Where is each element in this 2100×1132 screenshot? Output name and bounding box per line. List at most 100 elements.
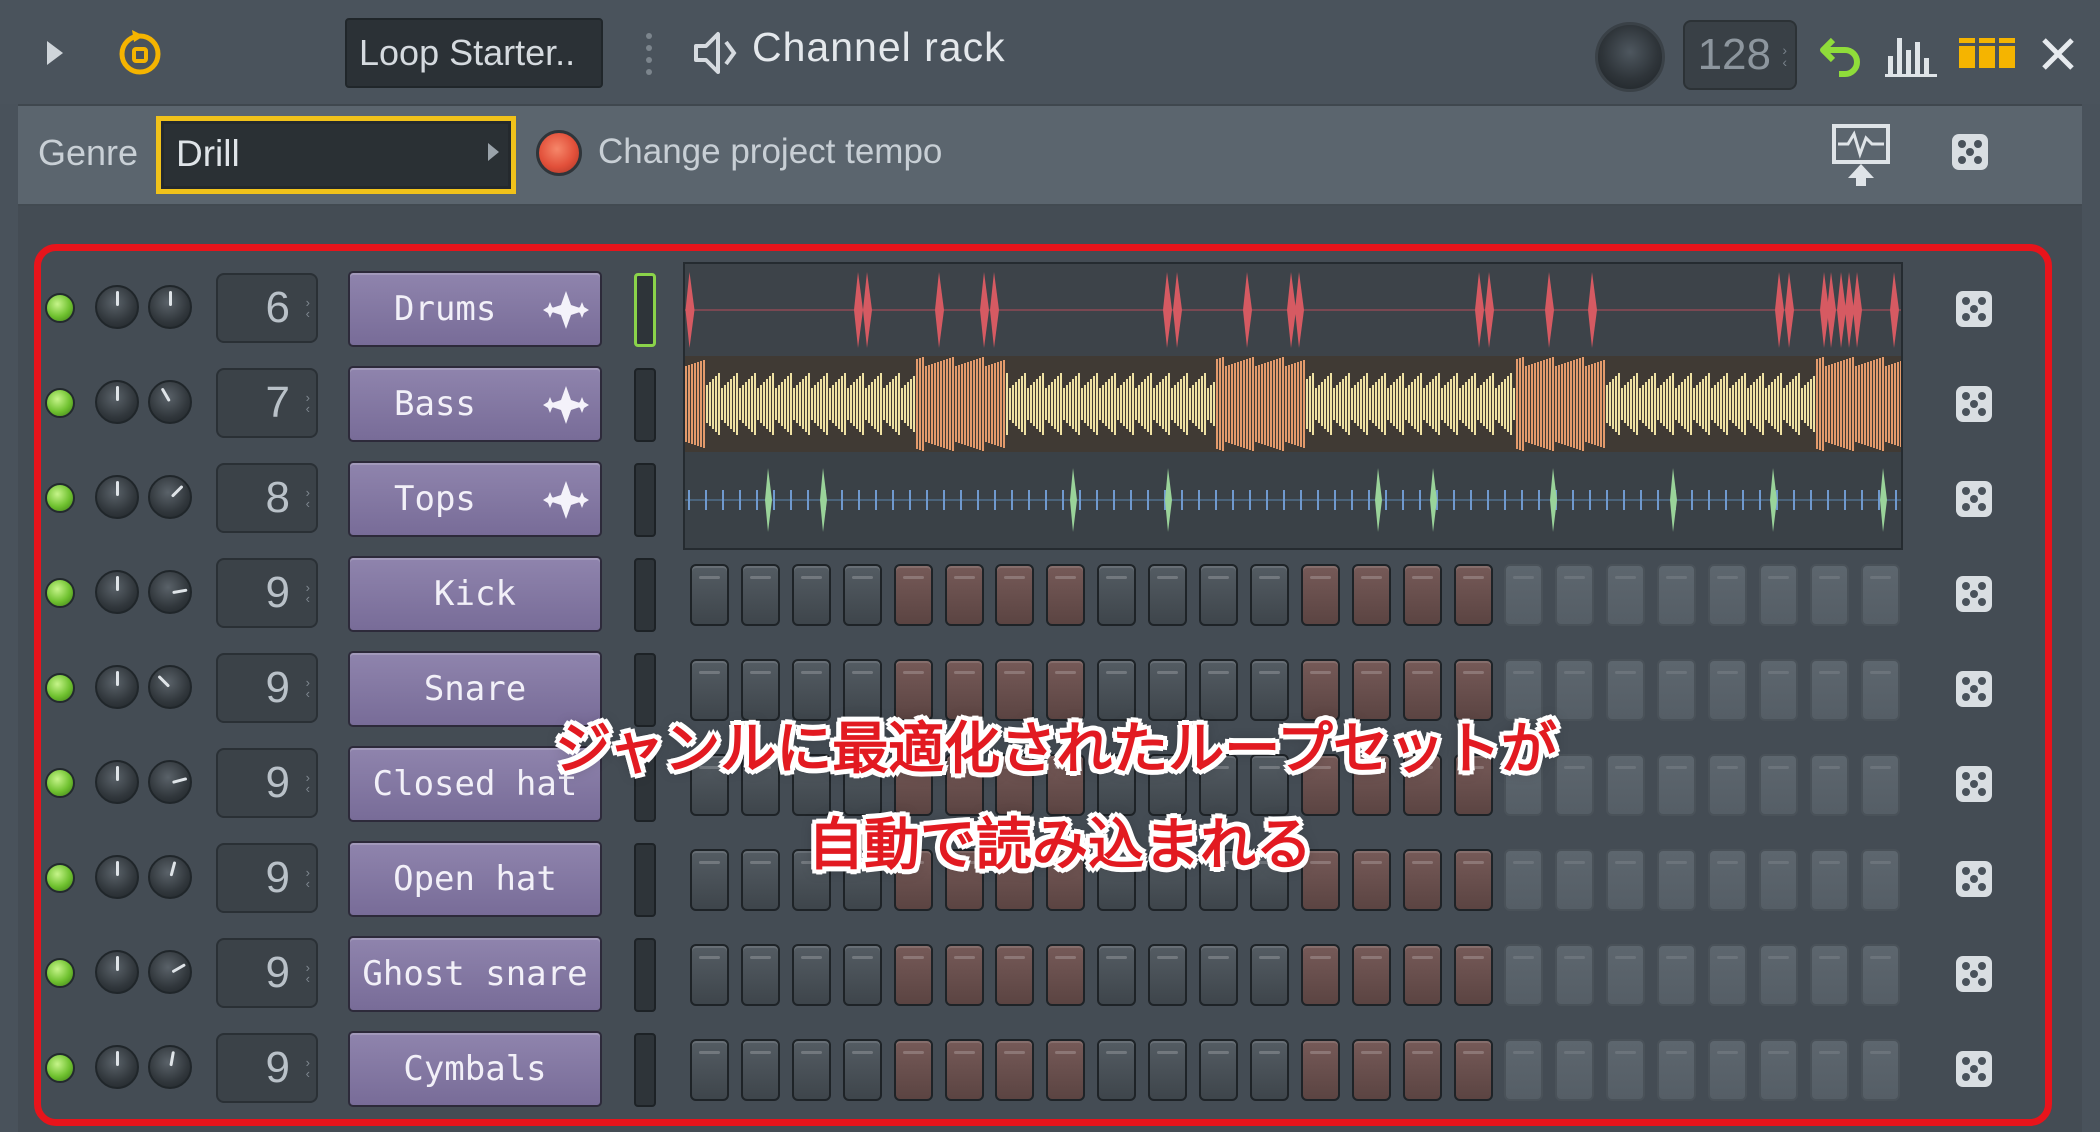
- volume-knob[interactable]: [95, 380, 139, 424]
- channel-select-bar[interactable]: [634, 463, 656, 537]
- step-button[interactable]: [1250, 564, 1289, 626]
- step-button[interactable]: [1301, 659, 1340, 721]
- volume-knob[interactable]: [95, 570, 139, 614]
- undo-icon[interactable]: [1815, 26, 1871, 82]
- step-button[interactable]: [894, 944, 933, 1006]
- channel-select-bar[interactable]: [634, 368, 656, 442]
- step-button[interactable]: [1352, 659, 1391, 721]
- step-button[interactable]: [1606, 564, 1645, 626]
- step-button[interactable]: [1708, 659, 1747, 721]
- step-button[interactable]: [1606, 1039, 1645, 1101]
- step-button[interactable]: [1199, 659, 1238, 721]
- step-button[interactable]: [1250, 659, 1289, 721]
- step-button[interactable]: [1199, 849, 1238, 911]
- step-button[interactable]: [1199, 564, 1238, 626]
- step-sequencer-icon[interactable]: [1955, 26, 2019, 82]
- step-button[interactable]: [1148, 564, 1187, 626]
- step-button[interactable]: [945, 849, 984, 911]
- volume-knob[interactable]: [95, 1045, 139, 1089]
- step-button[interactable]: [1046, 659, 1085, 721]
- step-button[interactable]: [1454, 659, 1493, 721]
- step-button[interactable]: [1454, 564, 1493, 626]
- step-button[interactable]: [1810, 944, 1849, 1006]
- step-button[interactable]: [1810, 564, 1849, 626]
- tempo-toggle-button[interactable]: [536, 130, 582, 176]
- step-button[interactable]: [690, 659, 729, 721]
- step-button[interactable]: [894, 849, 933, 911]
- step-button[interactable]: [1555, 564, 1594, 626]
- step-button[interactable]: [1097, 754, 1136, 816]
- step-button[interactable]: [945, 564, 984, 626]
- step-button[interactable]: [1403, 849, 1442, 911]
- step-button[interactable]: [1504, 564, 1543, 626]
- step-button[interactable]: [843, 1039, 882, 1101]
- step-button[interactable]: [1606, 849, 1645, 911]
- step-button[interactable]: [792, 564, 831, 626]
- channel-button[interactable]: Open hat: [348, 841, 602, 917]
- step-button[interactable]: [894, 564, 933, 626]
- pan-knob[interactable]: [148, 285, 192, 329]
- step-button[interactable]: [1861, 944, 1900, 1006]
- step-button[interactable]: [690, 564, 729, 626]
- step-button[interactable]: [1606, 944, 1645, 1006]
- randomize-dice-icon[interactable]: [1954, 574, 1994, 614]
- speaker-icon[interactable]: [690, 28, 740, 78]
- step-button[interactable]: [1657, 944, 1696, 1006]
- channel-select-bar[interactable]: [634, 1033, 656, 1107]
- step-button[interactable]: [1352, 849, 1391, 911]
- step-button[interactable]: [690, 1039, 729, 1101]
- step-button[interactable]: [1148, 659, 1187, 721]
- step-button[interactable]: [741, 754, 780, 816]
- step-button[interactable]: [741, 944, 780, 1006]
- volume-knob[interactable]: [95, 475, 139, 519]
- step-button[interactable]: [741, 659, 780, 721]
- channel-select-bar[interactable]: [634, 653, 656, 727]
- step-button[interactable]: [1657, 1039, 1696, 1101]
- step-button[interactable]: [1657, 754, 1696, 816]
- mute-led[interactable]: [45, 578, 75, 608]
- step-button[interactable]: [1250, 849, 1289, 911]
- step-button[interactable]: [1403, 944, 1442, 1006]
- pan-knob[interactable]: [148, 380, 192, 424]
- step-button[interactable]: [945, 659, 984, 721]
- mute-led[interactable]: [45, 863, 75, 893]
- step-button[interactable]: [1352, 944, 1391, 1006]
- step-button[interactable]: [894, 1039, 933, 1101]
- step-button[interactable]: [1555, 754, 1594, 816]
- volume-knob[interactable]: [95, 855, 139, 899]
- step-button[interactable]: [741, 849, 780, 911]
- step-button[interactable]: [1148, 849, 1187, 911]
- step-button[interactable]: [1759, 944, 1798, 1006]
- step-button[interactable]: [945, 754, 984, 816]
- step-button[interactable]: [894, 659, 933, 721]
- step-button[interactable]: [894, 754, 933, 816]
- mixer-track-field[interactable]: 9 › ‹: [216, 558, 318, 628]
- randomize-dice-icon[interactable]: [1950, 132, 1990, 176]
- volume-knob[interactable]: [95, 285, 139, 329]
- step-button[interactable]: [1301, 944, 1340, 1006]
- step-button[interactable]: [792, 659, 831, 721]
- mixer-track-field[interactable]: 8 › ‹: [216, 463, 318, 533]
- mute-led[interactable]: [45, 483, 75, 513]
- mixer-track-field[interactable]: 9 › ‹: [216, 748, 318, 818]
- step-button[interactable]: [1301, 1039, 1340, 1101]
- step-button[interactable]: [690, 849, 729, 911]
- pan-knob[interactable]: [148, 570, 192, 614]
- randomize-dice-icon[interactable]: [1954, 289, 1994, 329]
- channel-select-bar[interactable]: [634, 273, 656, 347]
- step-button[interactable]: [1250, 944, 1289, 1006]
- step-button[interactable]: [792, 1039, 831, 1101]
- step-button[interactable]: [945, 1039, 984, 1101]
- step-button[interactable]: [1352, 1039, 1391, 1101]
- channel-button[interactable]: Ghost snare: [348, 936, 602, 1012]
- mute-led[interactable]: [45, 768, 75, 798]
- step-button[interactable]: [1250, 1039, 1289, 1101]
- step-button[interactable]: [1708, 564, 1747, 626]
- step-button[interactable]: [1504, 659, 1543, 721]
- step-button[interactable]: [995, 564, 1034, 626]
- step-button[interactable]: [843, 754, 882, 816]
- swing-knob[interactable]: [1595, 22, 1665, 92]
- step-button[interactable]: [1352, 564, 1391, 626]
- step-button[interactable]: [1097, 1039, 1136, 1101]
- volume-knob[interactable]: [95, 665, 139, 709]
